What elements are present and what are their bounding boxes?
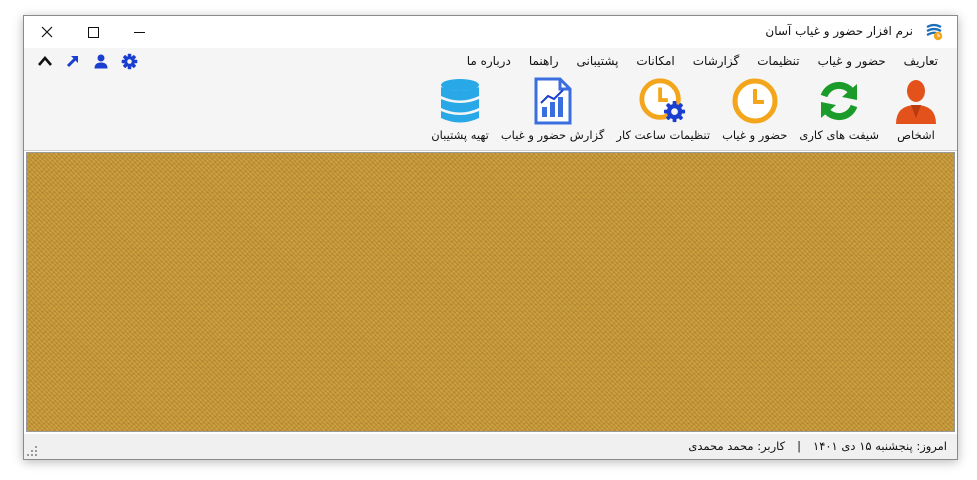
- user-icon: [94, 54, 108, 69]
- window-title: نرم افزار حضور و غیاب آسان: [765, 24, 913, 38]
- toolbar-attendance-button[interactable]: حضور و غیاب: [716, 74, 793, 142]
- menu-about[interactable]: درباره ما: [458, 54, 520, 68]
- main-content-area: [26, 152, 955, 432]
- app-logo-icon: [926, 23, 943, 41]
- database-icon: [441, 79, 480, 123]
- menu-settings[interactable]: تنظیمات: [748, 54, 808, 68]
- menu-attendance[interactable]: حضور و غیاب: [809, 54, 895, 68]
- status-user: کاربر: محمد محمدی: [688, 439, 786, 453]
- ribbon-toolbar: اشخاص شیفت های کاری حضور و غیاب تنظیمات …: [24, 74, 957, 151]
- arrow-up-right-icon: [66, 55, 79, 68]
- menu-support[interactable]: پشتیبانی: [568, 54, 628, 68]
- toolbar-attendance-report-button[interactable]: گزارش حضور و غیاب: [495, 74, 611, 142]
- menu-tools[interactable]: امکانات: [627, 54, 683, 68]
- clock-icon: [732, 78, 778, 124]
- menu-items: تعاریف حضور و غیاب تنظیمات گزارشات امکان…: [458, 48, 947, 74]
- close-icon: [41, 26, 53, 38]
- menu-help[interactable]: راهنما: [520, 54, 568, 68]
- status-date: امروز: پنجشنبه ۱۵ دی ۱۴۰۱: [813, 439, 947, 453]
- quick-access-bar: [36, 48, 138, 74]
- toolbar-backup-button[interactable]: تهیه پشتیبان: [425, 74, 495, 142]
- status-separator: |: [797, 439, 802, 453]
- menu-definitions[interactable]: تعاریف: [895, 54, 947, 68]
- toolbar-people-button[interactable]: اشخاص: [885, 74, 947, 142]
- refresh-icon: [820, 81, 858, 121]
- external-link-button[interactable]: [64, 52, 82, 70]
- report-icon: [534, 77, 572, 125]
- status-bar: امروز: پنجشنبه ۱۵ دی ۱۴۰۱ | کاربر: محمد …: [24, 434, 957, 459]
- person-icon: [896, 80, 936, 124]
- title-bar: نرم افزار حضور و غیاب آسان: [24, 16, 957, 48]
- menu-reports[interactable]: گزارشات: [684, 54, 748, 68]
- toolbar-shifts-button[interactable]: شیفت های کاری: [793, 74, 885, 142]
- menu-bar: تعاریف حضور و غیاب تنظیمات گزارشات امکان…: [24, 48, 957, 74]
- minimize-icon: [133, 31, 145, 33]
- chevron-up-icon: [38, 56, 52, 66]
- gear-icon: [121, 53, 137, 69]
- maximize-button[interactable]: [70, 16, 116, 48]
- toolbar-items: اشخاص شیفت های کاری حضور و غیاب تنظیمات …: [425, 74, 947, 150]
- clock-gear-icon: [639, 78, 686, 123]
- app-window: نرم افزار حضور و غیاب آسان تعاریف حضور و…: [23, 15, 958, 460]
- collapse-ribbon-button[interactable]: [36, 52, 54, 70]
- user-button[interactable]: [92, 52, 110, 70]
- maximize-icon: [87, 26, 99, 38]
- resize-grip-icon[interactable]: [27, 446, 37, 456]
- minimize-button[interactable]: [116, 16, 162, 48]
- close-button[interactable]: [24, 16, 70, 48]
- settings-button[interactable]: [120, 52, 138, 70]
- toolbar-work-hours-settings-button[interactable]: تنظیمات ساعت کار: [610, 74, 716, 142]
